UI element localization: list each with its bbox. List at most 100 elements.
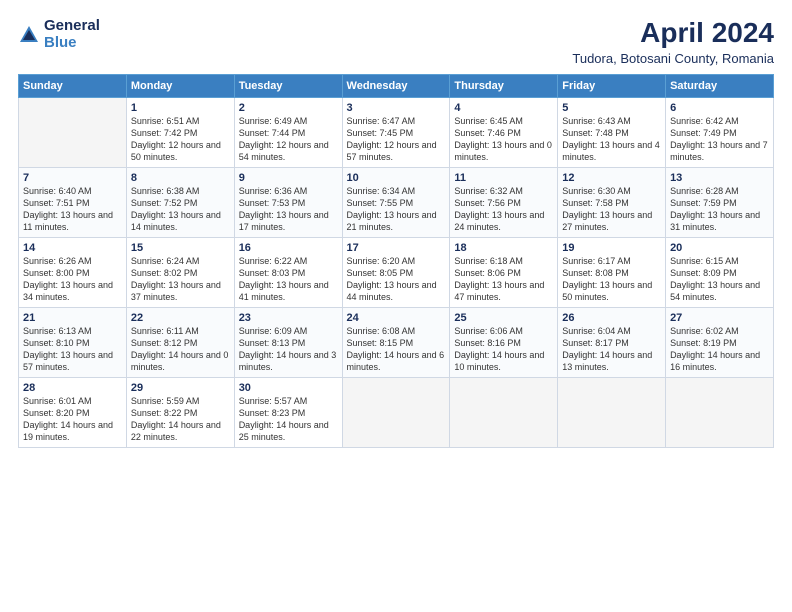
day-info: Sunrise: 6:22 AMSunset: 8:03 PMDaylight:…	[239, 255, 338, 304]
subtitle: Tudora, Botosani County, Romania	[572, 51, 774, 66]
day-number: 29	[131, 382, 230, 394]
calendar-table: SundayMondayTuesdayWednesdayThursdayFrid…	[18, 74, 774, 448]
day-info: Sunrise: 6:43 AMSunset: 7:48 PMDaylight:…	[562, 115, 661, 164]
day-info: Sunrise: 6:45 AMSunset: 7:46 PMDaylight:…	[454, 115, 553, 164]
day-number: 27	[670, 312, 769, 324]
day-cell	[19, 97, 127, 167]
day-cell: 13Sunrise: 6:28 AMSunset: 7:59 PMDayligh…	[666, 167, 774, 237]
day-cell	[558, 377, 666, 447]
day-header-sunday: Sunday	[19, 74, 127, 97]
week-row-4: 21Sunrise: 6:13 AMSunset: 8:10 PMDayligh…	[19, 307, 774, 377]
day-number: 18	[454, 242, 553, 254]
day-cell: 12Sunrise: 6:30 AMSunset: 7:58 PMDayligh…	[558, 167, 666, 237]
day-info: Sunrise: 6:04 AMSunset: 8:17 PMDaylight:…	[562, 325, 661, 374]
day-cell: 21Sunrise: 6:13 AMSunset: 8:10 PMDayligh…	[19, 307, 127, 377]
day-cell: 26Sunrise: 6:04 AMSunset: 8:17 PMDayligh…	[558, 307, 666, 377]
day-number: 30	[239, 382, 338, 394]
header: General Blue April 2024 Tudora, Botosani…	[18, 18, 774, 66]
day-cell: 9Sunrise: 6:36 AMSunset: 7:53 PMDaylight…	[234, 167, 342, 237]
day-cell: 3Sunrise: 6:47 AMSunset: 7:45 PMDaylight…	[342, 97, 450, 167]
day-info: Sunrise: 6:38 AMSunset: 7:52 PMDaylight:…	[131, 185, 230, 234]
day-info: Sunrise: 6:34 AMSunset: 7:55 PMDaylight:…	[347, 185, 446, 234]
day-info: Sunrise: 6:36 AMSunset: 7:53 PMDaylight:…	[239, 185, 338, 234]
day-number: 17	[347, 242, 446, 254]
day-cell: 4Sunrise: 6:45 AMSunset: 7:46 PMDaylight…	[450, 97, 558, 167]
day-info: Sunrise: 6:24 AMSunset: 8:02 PMDaylight:…	[131, 255, 230, 304]
day-info: Sunrise: 6:47 AMSunset: 7:45 PMDaylight:…	[347, 115, 446, 164]
day-cell: 23Sunrise: 6:09 AMSunset: 8:13 PMDayligh…	[234, 307, 342, 377]
day-info: Sunrise: 6:42 AMSunset: 7:49 PMDaylight:…	[670, 115, 769, 164]
day-number: 24	[347, 312, 446, 324]
day-number: 10	[347, 172, 446, 184]
logo-blue: Blue	[44, 35, 100, 52]
day-cell: 6Sunrise: 6:42 AMSunset: 7:49 PMDaylight…	[666, 97, 774, 167]
day-info: Sunrise: 6:18 AMSunset: 8:06 PMDaylight:…	[454, 255, 553, 304]
day-number: 25	[454, 312, 553, 324]
day-info: Sunrise: 5:57 AMSunset: 8:23 PMDaylight:…	[239, 395, 338, 444]
week-row-2: 7Sunrise: 6:40 AMSunset: 7:51 PMDaylight…	[19, 167, 774, 237]
logo-text: General Blue	[44, 18, 100, 51]
day-header-tuesday: Tuesday	[234, 74, 342, 97]
day-cell: 27Sunrise: 6:02 AMSunset: 8:19 PMDayligh…	[666, 307, 774, 377]
day-number: 21	[23, 312, 122, 324]
day-info: Sunrise: 6:51 AMSunset: 7:42 PMDaylight:…	[131, 115, 230, 164]
day-info: Sunrise: 6:49 AMSunset: 7:44 PMDaylight:…	[239, 115, 338, 164]
day-cell	[450, 377, 558, 447]
day-info: Sunrise: 6:40 AMSunset: 7:51 PMDaylight:…	[23, 185, 122, 234]
day-cell	[666, 377, 774, 447]
logo: General Blue	[18, 18, 100, 51]
day-number: 15	[131, 242, 230, 254]
day-header-wednesday: Wednesday	[342, 74, 450, 97]
day-cell: 16Sunrise: 6:22 AMSunset: 8:03 PMDayligh…	[234, 237, 342, 307]
day-cell: 18Sunrise: 6:18 AMSunset: 8:06 PMDayligh…	[450, 237, 558, 307]
day-info: Sunrise: 6:06 AMSunset: 8:16 PMDaylight:…	[454, 325, 553, 374]
day-number: 3	[347, 102, 446, 114]
day-header-thursday: Thursday	[450, 74, 558, 97]
day-cell: 8Sunrise: 6:38 AMSunset: 7:52 PMDaylight…	[126, 167, 234, 237]
day-number: 16	[239, 242, 338, 254]
day-cell: 7Sunrise: 6:40 AMSunset: 7:51 PMDaylight…	[19, 167, 127, 237]
day-header-friday: Friday	[558, 74, 666, 97]
day-cell: 5Sunrise: 6:43 AMSunset: 7:48 PMDaylight…	[558, 97, 666, 167]
day-cell: 1Sunrise: 6:51 AMSunset: 7:42 PMDaylight…	[126, 97, 234, 167]
day-cell: 20Sunrise: 6:15 AMSunset: 8:09 PMDayligh…	[666, 237, 774, 307]
day-cell: 10Sunrise: 6:34 AMSunset: 7:55 PMDayligh…	[342, 167, 450, 237]
day-info: Sunrise: 6:13 AMSunset: 8:10 PMDaylight:…	[23, 325, 122, 374]
week-row-5: 28Sunrise: 6:01 AMSunset: 8:20 PMDayligh…	[19, 377, 774, 447]
day-number: 22	[131, 312, 230, 324]
day-number: 13	[670, 172, 769, 184]
day-cell: 30Sunrise: 5:57 AMSunset: 8:23 PMDayligh…	[234, 377, 342, 447]
day-number: 2	[239, 102, 338, 114]
logo-icon	[18, 24, 40, 46]
day-cell	[342, 377, 450, 447]
day-number: 8	[131, 172, 230, 184]
logo-general: General	[44, 18, 100, 35]
day-number: 23	[239, 312, 338, 324]
day-info: Sunrise: 6:01 AMSunset: 8:20 PMDaylight:…	[23, 395, 122, 444]
day-number: 1	[131, 102, 230, 114]
day-number: 20	[670, 242, 769, 254]
day-info: Sunrise: 6:20 AMSunset: 8:05 PMDaylight:…	[347, 255, 446, 304]
day-cell: 17Sunrise: 6:20 AMSunset: 8:05 PMDayligh…	[342, 237, 450, 307]
header-row: SundayMondayTuesdayWednesdayThursdayFrid…	[19, 74, 774, 97]
day-info: Sunrise: 6:32 AMSunset: 7:56 PMDaylight:…	[454, 185, 553, 234]
page: General Blue April 2024 Tudora, Botosani…	[0, 0, 792, 612]
day-cell: 24Sunrise: 6:08 AMSunset: 8:15 PMDayligh…	[342, 307, 450, 377]
week-row-1: 1Sunrise: 6:51 AMSunset: 7:42 PMDaylight…	[19, 97, 774, 167]
day-number: 19	[562, 242, 661, 254]
day-cell: 22Sunrise: 6:11 AMSunset: 8:12 PMDayligh…	[126, 307, 234, 377]
day-number: 26	[562, 312, 661, 324]
day-number: 7	[23, 172, 122, 184]
day-info: Sunrise: 6:28 AMSunset: 7:59 PMDaylight:…	[670, 185, 769, 234]
day-number: 6	[670, 102, 769, 114]
day-info: Sunrise: 6:11 AMSunset: 8:12 PMDaylight:…	[131, 325, 230, 374]
day-number: 28	[23, 382, 122, 394]
day-number: 14	[23, 242, 122, 254]
day-info: Sunrise: 6:09 AMSunset: 8:13 PMDaylight:…	[239, 325, 338, 374]
day-header-saturday: Saturday	[666, 74, 774, 97]
day-info: Sunrise: 6:30 AMSunset: 7:58 PMDaylight:…	[562, 185, 661, 234]
day-cell: 28Sunrise: 6:01 AMSunset: 8:20 PMDayligh…	[19, 377, 127, 447]
day-number: 11	[454, 172, 553, 184]
day-info: Sunrise: 6:17 AMSunset: 8:08 PMDaylight:…	[562, 255, 661, 304]
day-info: Sunrise: 6:08 AMSunset: 8:15 PMDaylight:…	[347, 325, 446, 374]
